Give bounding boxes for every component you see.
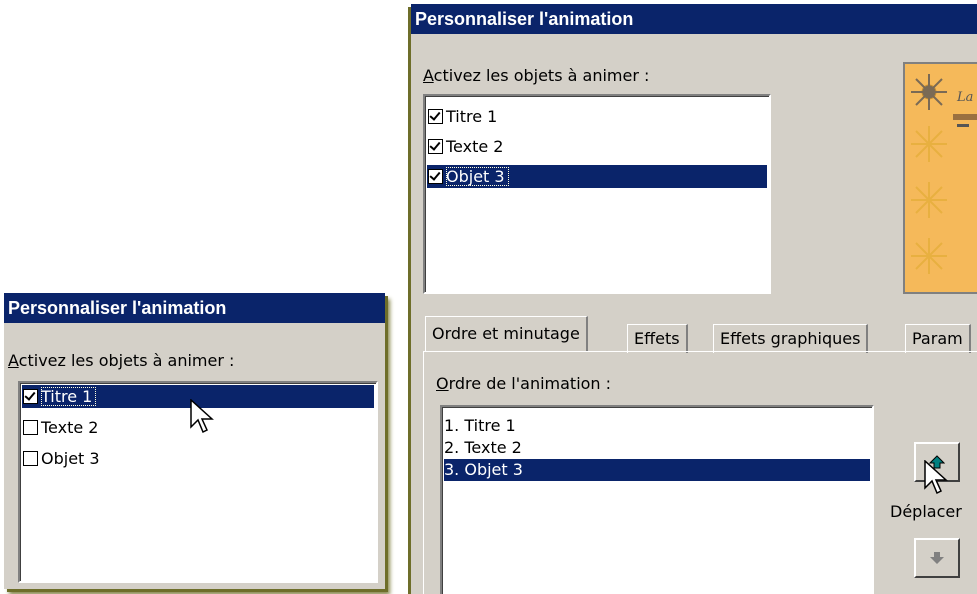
checkbox[interactable] [23, 420, 38, 435]
move-down-button[interactable] [914, 538, 960, 578]
order-label: Ordre de l'animation : [436, 374, 612, 393]
order-listbox[interactable]: 1. Titre 1 2. Texte 2 3. Objet 3 [440, 405, 874, 594]
list-item[interactable]: Texte 2 [427, 135, 767, 158]
checkbox[interactable] [23, 451, 38, 466]
right-dialog-titlebar: Personnaliser l'animation [411, 4, 977, 34]
mouse-pointer-icon [924, 460, 948, 495]
left-dialog-titlebar: Personnaliser l'animation [4, 293, 385, 323]
tab-ordre-minutage[interactable]: Ordre et minutage [425, 316, 588, 351]
left-objects-label: Activez les objets à animer : [8, 351, 235, 370]
mouse-pointer-icon [190, 399, 214, 434]
left-animation-dialog: Personnaliser l'animation Activez les ob… [4, 293, 385, 589]
tab-effets-graphiques[interactable]: Effets graphiques [713, 324, 869, 353]
tab-page: Ordre de l'animation : 1. Titre 1 2. Tex… [423, 351, 977, 594]
arrow-down-icon [930, 552, 944, 564]
slide-preview: La [903, 62, 977, 294]
tab-effets[interactable]: Effets [627, 324, 688, 353]
list-item[interactable]: Titre 1 [427, 105, 767, 128]
checkbox[interactable] [23, 389, 38, 404]
list-item[interactable]: Objet 3 [427, 165, 767, 188]
list-item[interactable]: Objet 3 [22, 447, 374, 470]
list-item[interactable]: 1. Titre 1 [444, 415, 870, 437]
checkbox[interactable] [428, 139, 443, 154]
right-animation-dialog: Personnaliser l'animation Activez les ob… [411, 4, 977, 594]
list-item[interactable]: 3. Objet 3 [444, 459, 870, 481]
list-item[interactable]: 2. Texte 2 [444, 437, 870, 459]
move-label: Déplacer [890, 502, 962, 521]
right-objects-listbox[interactable]: Titre 1 Texte 2 Objet 3 [423, 94, 771, 294]
checkbox[interactable] [428, 109, 443, 124]
preview-text: La [957, 90, 974, 105]
right-objects-label: Activez les objets à animer : [423, 66, 650, 85]
checkbox[interactable] [428, 169, 443, 184]
tab-parametres[interactable]: Param [905, 324, 971, 353]
